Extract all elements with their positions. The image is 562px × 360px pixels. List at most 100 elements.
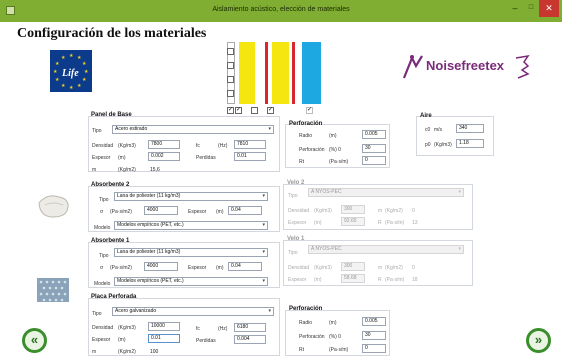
layer-tick: [227, 90, 234, 97]
title-bar: Aislamiento acústico, elección de materi…: [0, 0, 562, 22]
svg-text:★: ★: [61, 83, 66, 89]
absorbente1-title: Absorbente 1: [91, 238, 130, 244]
layer-diagram: [227, 42, 323, 104]
fc-unit: (Hz): [218, 326, 228, 332]
chevron-down-icon: ▾: [262, 249, 265, 255]
select-value: A NYOS-PEC: [311, 246, 342, 252]
minimize-button[interactable]: –: [507, 0, 523, 17]
rt-unit: (Pa·s/m): [329, 159, 349, 165]
perforacion-label: Perforación: [299, 147, 325, 153]
svg-text:★: ★: [55, 61, 60, 67]
perforacion-bottom-radio-input[interactable]: 0.005: [362, 317, 386, 326]
c0-label: c0: [425, 127, 431, 133]
close-button[interactable]: ✕: [539, 0, 559, 17]
select-value: Modelos empíricos (PET, etc.): [117, 278, 184, 284]
placa-perdidas-input[interactable]: 0.004: [234, 335, 266, 344]
velo2-r-value: 13: [412, 220, 418, 226]
velo1-tipo-select[interactable]: A NYOS-PEC ▾: [308, 245, 464, 254]
absorbente2-modelo-select[interactable]: Modelos empíricos (PET, etc.) ▾: [114, 221, 268, 230]
svg-text:★: ★: [82, 61, 87, 67]
tipo-label: Tipo: [288, 193, 298, 199]
tipo-label: Tipo: [288, 250, 298, 256]
perforacion-unit: (%) 0: [329, 334, 341, 340]
perdidas-label: Perdidas: [196, 338, 216, 344]
sigma-label: σ: [100, 209, 104, 215]
tipo-label: Tipo: [99, 197, 109, 203]
perdidas-label: Perdidas: [196, 155, 216, 161]
layer-checkbox[interactable]: ✓: [227, 107, 234, 114]
modelo-label: Modelo: [94, 225, 111, 231]
velo2-title: Velo 2: [287, 180, 305, 186]
back-button[interactable]: «: [22, 328, 47, 353]
select-value: A NYOS-PEC: [311, 189, 342, 195]
absorbente1-sigma-input[interactable]: 4000: [144, 262, 178, 271]
velo1-m-value: 0: [412, 265, 415, 271]
tipo-label: Tipo: [92, 128, 102, 134]
aire-title: Aire: [420, 113, 432, 119]
velo2-densidad-input[interactable]: 300: [341, 205, 365, 214]
perforacion-top-perf-input[interactable]: 30: [362, 144, 386, 153]
panel-base-perdidas-input[interactable]: 0.01: [234, 152, 266, 161]
placa-fc-input[interactable]: 6180: [234, 323, 266, 332]
layer-checkbox[interactable]: ✓: [235, 107, 242, 114]
absorbente2-sigma-input[interactable]: 4000: [144, 206, 178, 215]
espesor-unit: (m): [216, 265, 224, 271]
layer-checkbox[interactable]: ✓: [306, 107, 313, 114]
chevron-down-icon: ▾: [262, 278, 265, 284]
velo1-espesor-input[interactable]: 58.68: [341, 274, 365, 283]
absorbente2-espesor-input[interactable]: 0.04: [228, 206, 262, 215]
radio-label: Radio: [299, 133, 313, 139]
m-unit: (Kg/m2): [385, 208, 403, 214]
velo2-tipo-select[interactable]: A NYOS-PEC ▾: [308, 188, 464, 197]
placa-espesor-input[interactable]: 0.01: [148, 334, 180, 343]
placa-densidad-input[interactable]: 10000: [148, 322, 180, 331]
densidad-unit: (Kg/m3): [314, 265, 332, 271]
next-button[interactable]: »: [526, 328, 551, 353]
m-unit: (Kg/m2): [118, 349, 136, 355]
perforacion-bottom-perf-input[interactable]: 30: [362, 331, 386, 340]
perforacion-bottom-title: Perforación: [289, 306, 323, 312]
perforacion-unit: (%) 0: [329, 147, 341, 153]
absorbente1-tipo-select[interactable]: Lana de poliester (11 kg/m3) ▾: [114, 248, 268, 257]
absorbente1-espesor-input[interactable]: 0.04: [228, 262, 262, 271]
aire-rho-input[interactable]: 1.18: [456, 139, 484, 148]
m-label: m: [378, 265, 383, 271]
chevron-down-icon: ▾: [268, 308, 271, 314]
velo1-densidad-input[interactable]: 300: [341, 262, 365, 271]
espesor-unit: (m): [118, 155, 126, 161]
espesor-unit: (m): [314, 277, 322, 283]
maximize-button[interactable]: □: [523, 0, 539, 17]
noisefreetex-logo-text: Noisefreetex: [426, 58, 505, 73]
aire-c0-input[interactable]: 340: [456, 124, 484, 133]
espesor-label: Espesor: [92, 155, 111, 161]
espesor-label: Espesor: [188, 265, 207, 271]
m-label: m: [92, 349, 97, 355]
layer-placa: [302, 42, 321, 104]
perforacion-bottom-rt-input[interactable]: 0: [362, 344, 386, 353]
panel-base-densidad-input[interactable]: 7800: [148, 140, 180, 149]
velo2-espesor-input[interactable]: 92.65: [341, 217, 365, 226]
svg-text:★: ★: [61, 55, 66, 61]
layer-checkbox[interactable]: [251, 107, 258, 114]
perforacion-label: Perforación: [299, 334, 325, 340]
chevron-down-icon: ▾: [262, 222, 265, 228]
perforacion-top-rt-input[interactable]: 0: [362, 156, 386, 165]
panel-base-espesor-input[interactable]: 0.002: [148, 152, 180, 161]
absorbente2-tipo-select[interactable]: Lana de poliester (11 kg/m3) ▾: [114, 192, 268, 201]
panel-base-title: Panel de Base: [91, 112, 132, 118]
espesor-unit: (m): [314, 220, 322, 226]
densidad-unit: (Kg/m3): [314, 208, 332, 214]
layer-tick: [227, 62, 234, 69]
chevron-down-icon: ▾: [458, 246, 461, 252]
fc-label: fc: [196, 143, 200, 149]
layer-checkbox[interactable]: ✓: [267, 107, 274, 114]
perforacion-top-radio-input[interactable]: 0.005: [362, 130, 386, 139]
m-unit: (Kg/m2): [385, 265, 403, 271]
rt-label: Rt: [299, 159, 304, 165]
panel-base-fc-input[interactable]: 7810: [234, 140, 266, 149]
panel-base-m-value: 15,6: [150, 167, 160, 173]
rho-label: p0: [425, 142, 431, 148]
placa-perforada-tipo-select[interactable]: Acero galvanizado ▾: [112, 307, 274, 316]
absorbente1-modelo-select[interactable]: Modelos empíricos (PET, etc.) ▾: [114, 277, 268, 286]
panel-base-tipo-select[interactable]: Acero estirado ▾: [112, 125, 274, 134]
